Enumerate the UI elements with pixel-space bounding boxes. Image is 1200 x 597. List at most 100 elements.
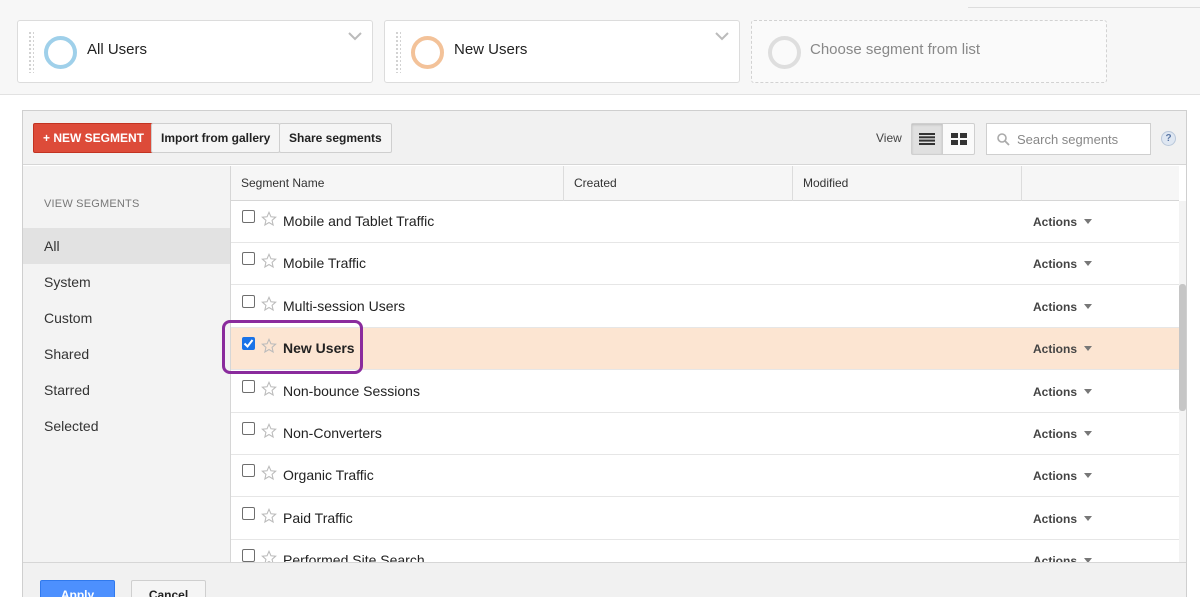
table-row[interactable]: Multi-session Users Actions: [231, 285, 1179, 328]
caret-down-icon: [1084, 261, 1093, 267]
star-icon[interactable]: [261, 465, 277, 486]
chevron-down-icon[interactable]: [715, 31, 729, 41]
segment-card-label: All Users: [87, 41, 148, 58]
caret-down-icon: [1084, 388, 1093, 394]
actions-label: Actions: [1033, 511, 1078, 526]
list-view-button[interactable]: [912, 124, 944, 154]
grid-view-button[interactable]: [943, 124, 974, 154]
dialog-footer: Apply Cancel: [23, 562, 1186, 597]
segment-card-all-users[interactable]: All Users: [17, 20, 373, 83]
segment-bar: All Users New Users Choose segment from …: [0, 0, 1200, 95]
row-checkbox[interactable]: [242, 379, 255, 393]
share-segments-button[interactable]: Share segments: [279, 123, 392, 153]
actions-menu[interactable]: Actions: [1033, 384, 1093, 399]
view-toggle: [911, 123, 975, 155]
actions-menu[interactable]: Actions: [1033, 511, 1093, 526]
grid-view-icon: [950, 133, 967, 145]
actions-menu[interactable]: Actions: [1033, 427, 1093, 441]
row-checkbox[interactable]: [242, 210, 255, 223]
toolbar: + NEW SEGMENT Import from gallery Share …: [23, 111, 1186, 165]
actions-menu[interactable]: Actions: [1033, 257, 1093, 271]
actions-label: Actions: [1033, 427, 1078, 441]
scrollbar[interactable]: [1179, 201, 1186, 562]
chevron-down-icon[interactable]: [348, 31, 362, 41]
actions-menu[interactable]: Actions: [1033, 554, 1093, 562]
star-icon[interactable]: [261, 550, 277, 562]
row-checkbox[interactable]: [242, 252, 255, 266]
selection-highlight-outline: [222, 320, 363, 374]
row-checkbox[interactable]: [242, 464, 255, 478]
drag-handle[interactable]: [395, 31, 401, 73]
choose-segment-slot[interactable]: Choose segment from list: [751, 20, 1107, 83]
new-segment-button[interactable]: + NEW SEGMENT: [33, 123, 155, 153]
sidebar-item-all[interactable]: All: [23, 228, 230, 264]
column-header-segment-name[interactable]: Segment Name: [231, 166, 564, 201]
segment-name[interactable]: Performed Site Search: [283, 552, 425, 562]
sidebar-item-shared[interactable]: Shared: [23, 336, 230, 372]
segment-name[interactable]: Organic Traffic: [283, 467, 374, 483]
list-view-icon: [919, 133, 935, 145]
actions-label: Actions: [1033, 215, 1078, 229]
column-header-modified[interactable]: Modified: [793, 166, 1022, 201]
cancel-button[interactable]: Cancel: [131, 580, 206, 597]
table-row[interactable]: Non-Converters Actions: [231, 413, 1179, 455]
caret-down-icon: [1084, 346, 1093, 352]
table-row[interactable]: Organic Traffic Actions: [231, 455, 1179, 498]
search-input[interactable]: [1017, 129, 1145, 149]
row-checkbox[interactable]: [242, 294, 255, 308]
table-row[interactable]: Paid Traffic Actions: [231, 497, 1179, 540]
caret-down-icon: [1084, 431, 1093, 436]
sidebar-item-system[interactable]: System: [23, 264, 230, 300]
actions-label: Actions: [1033, 342, 1078, 357]
segments-table: Segment Name Created Modified Mobile and…: [231, 166, 1186, 562]
segment-color-ring-icon: [44, 36, 77, 69]
apply-button[interactable]: Apply: [40, 580, 115, 597]
segment-name[interactable]: Non-bounce Sessions: [283, 383, 420, 399]
sidebar-item-starred[interactable]: Starred: [23, 372, 230, 408]
segment-name[interactable]: Paid Traffic: [283, 510, 353, 526]
star-icon[interactable]: [261, 253, 277, 274]
actions-label: Actions: [1033, 384, 1078, 399]
segment-name[interactable]: Mobile and Tablet Traffic: [283, 213, 434, 229]
table-row[interactable]: New Users Actions: [231, 328, 1179, 371]
actions-menu[interactable]: Actions: [1033, 342, 1093, 357]
divider: [968, 7, 1200, 8]
scrollbar-thumb[interactable]: [1179, 284, 1186, 411]
import-from-gallery-button[interactable]: Import from gallery: [151, 123, 281, 153]
sidebar-item-custom[interactable]: Custom: [23, 300, 230, 336]
row-checkbox[interactable]: [242, 422, 255, 435]
search-box: [986, 123, 1151, 155]
star-icon[interactable]: [261, 423, 277, 444]
help-icon[interactable]: ?: [1161, 131, 1176, 146]
table-row[interactable]: Performed Site Search Actions: [231, 540, 1179, 562]
row-checkbox[interactable]: [242, 549, 255, 562]
segment-name[interactable]: Multi-session Users: [283, 298, 405, 314]
actions-menu[interactable]: Actions: [1033, 469, 1093, 483]
view-segments-sidebar: VIEW SEGMENTS All System Custom Shared S…: [23, 166, 231, 562]
segment-color-ring-icon: [411, 36, 444, 69]
star-icon[interactable]: [261, 211, 277, 232]
column-header-created[interactable]: Created: [564, 166, 793, 201]
sidebar-item-selected[interactable]: Selected: [23, 408, 230, 444]
segment-name[interactable]: Mobile Traffic: [283, 255, 366, 271]
star-icon[interactable]: [261, 507, 277, 529]
table-row[interactable]: Mobile and Tablet Traffic Actions: [231, 201, 1179, 243]
table-row[interactable]: Non-bounce Sessions Actions: [231, 370, 1179, 413]
caret-down-icon: [1084, 473, 1093, 479]
segment-card-label: New Users: [454, 41, 528, 58]
segment-card-new-users[interactable]: New Users: [384, 20, 740, 83]
actions-menu[interactable]: Actions: [1033, 299, 1093, 314]
segment-picker-dialog: + NEW SEGMENT Import from gallery Share …: [22, 110, 1187, 597]
row-checkbox[interactable]: [242, 506, 255, 520]
segment-name[interactable]: Non-Converters: [283, 425, 382, 441]
star-icon[interactable]: [261, 380, 277, 402]
search-icon: [997, 133, 1010, 146]
table-row[interactable]: Mobile Traffic Actions: [231, 243, 1179, 286]
actions-menu[interactable]: Actions: [1033, 215, 1093, 229]
column-header-actions: [1022, 166, 1179, 201]
star-icon[interactable]: [261, 295, 277, 317]
table-header: Segment Name Created Modified: [231, 166, 1179, 201]
view-label: View: [876, 131, 902, 145]
drag-handle[interactable]: [28, 31, 34, 73]
actions-label: Actions: [1033, 299, 1078, 314]
